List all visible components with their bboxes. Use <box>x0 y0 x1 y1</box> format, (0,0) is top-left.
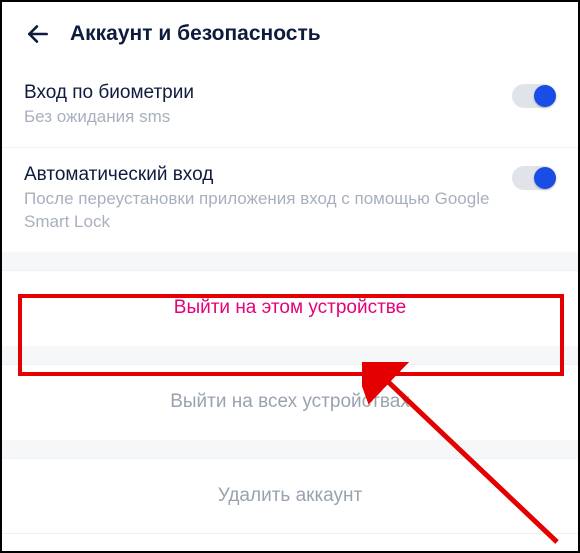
back-button[interactable] <box>24 20 52 48</box>
header: Аккаунт и безопасность <box>2 2 578 66</box>
page-title: Аккаунт и безопасность <box>70 22 321 46</box>
setting-biometric-text: Вход по биометрии Без ожидания sms <box>24 82 512 129</box>
arrow-left-icon <box>25 21 51 47</box>
toggle-biometric[interactable] <box>512 84 556 108</box>
toggle-knob-icon <box>534 85 556 107</box>
setting-biometric-desc: Без ожидания sms <box>24 106 496 129</box>
logout-all-devices-button[interactable]: Выйти на всех устройствах <box>2 364 578 440</box>
setting-autologin-text: Автоматический вход После переустановки … <box>24 164 512 234</box>
section-divider <box>2 252 578 270</box>
toggle-autologin[interactable] <box>512 166 556 190</box>
setting-autologin-title: Автоматический вход <box>24 164 496 186</box>
setting-biometric-title: Вход по биометрии <box>24 82 496 104</box>
setting-biometric: Вход по биометрии Без ожидания sms <box>2 66 578 148</box>
logout-this-device-button[interactable]: Выйти на этом устройстве <box>2 270 578 346</box>
setting-autologin-desc: После переустановки приложения вход с по… <box>24 188 496 234</box>
section-divider <box>2 346 578 364</box>
toggle-knob-icon <box>534 167 556 189</box>
delete-account-button[interactable]: Удалить аккаунт <box>2 458 578 534</box>
section-divider <box>2 440 578 458</box>
setting-autologin: Автоматический вход После переустановки … <box>2 148 578 252</box>
